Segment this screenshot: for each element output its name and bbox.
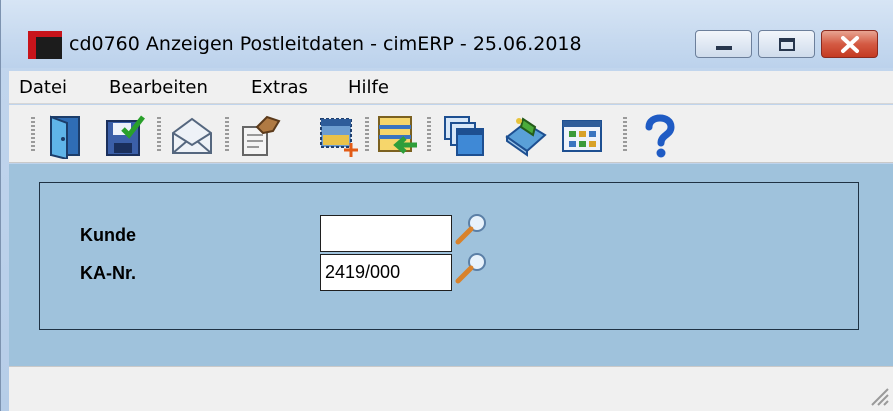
menu-bearbeiten[interactable]: Bearbeiten [109,77,208,98]
toolbar-separator [157,117,161,153]
toolbar-separator [225,117,229,153]
form-panel: Kunde KA-Nr. [39,182,859,330]
toolbar-grip [31,117,35,153]
bookmark-icon[interactable] [503,113,549,159]
save-icon[interactable] [101,113,147,159]
ka-nr-lookup-icon[interactable] [454,250,490,286]
close-icon [841,36,859,53]
menu-extras[interactable]: Extras [251,77,308,98]
minimize-button[interactable] [695,30,752,58]
kunde-field[interactable] [320,215,452,252]
app-logo-icon [28,31,62,59]
window-title: cd0760 Anzeigen Postleitdaten - cimERP -… [69,33,582,55]
close-button[interactable] [821,30,878,58]
ka-nr-field[interactable] [320,254,452,291]
minimize-icon [716,46,732,50]
new-record-icon[interactable] [317,113,363,159]
app-window: cd0760 Anzeigen Postleitdaten - cimERP -… [0,0,893,411]
ka-nr-label: KA-Nr. [80,263,137,283]
maximize-button[interactable] [758,30,815,58]
mail-icon[interactable] [169,113,215,159]
status-bar [9,366,893,411]
exit-door-icon[interactable] [43,113,89,159]
maximize-icon [779,38,795,51]
menu-hilfe[interactable]: Hilfe [348,77,389,98]
toolbar-separator [427,117,431,153]
resize-grip-icon[interactable] [866,383,890,407]
toolbar-separator [365,117,369,153]
kunde-lookup-icon[interactable] [454,211,490,247]
grid-view-icon[interactable] [559,113,605,159]
toolbar [9,105,893,163]
help-icon[interactable] [637,113,683,159]
menu-bar: Datei Bearbeiten Extras Hilfe [9,71,893,104]
kunde-label: Kunde [80,225,136,245]
menu-datei[interactable]: Datei [19,77,67,98]
windows-icon[interactable] [441,113,487,159]
title-bar[interactable]: cd0760 Anzeigen Postleitdaten - cimERP -… [1,0,893,68]
import-list-icon[interactable] [375,113,421,159]
edit-hand-icon[interactable] [237,113,283,159]
toolbar-separator [623,117,627,153]
